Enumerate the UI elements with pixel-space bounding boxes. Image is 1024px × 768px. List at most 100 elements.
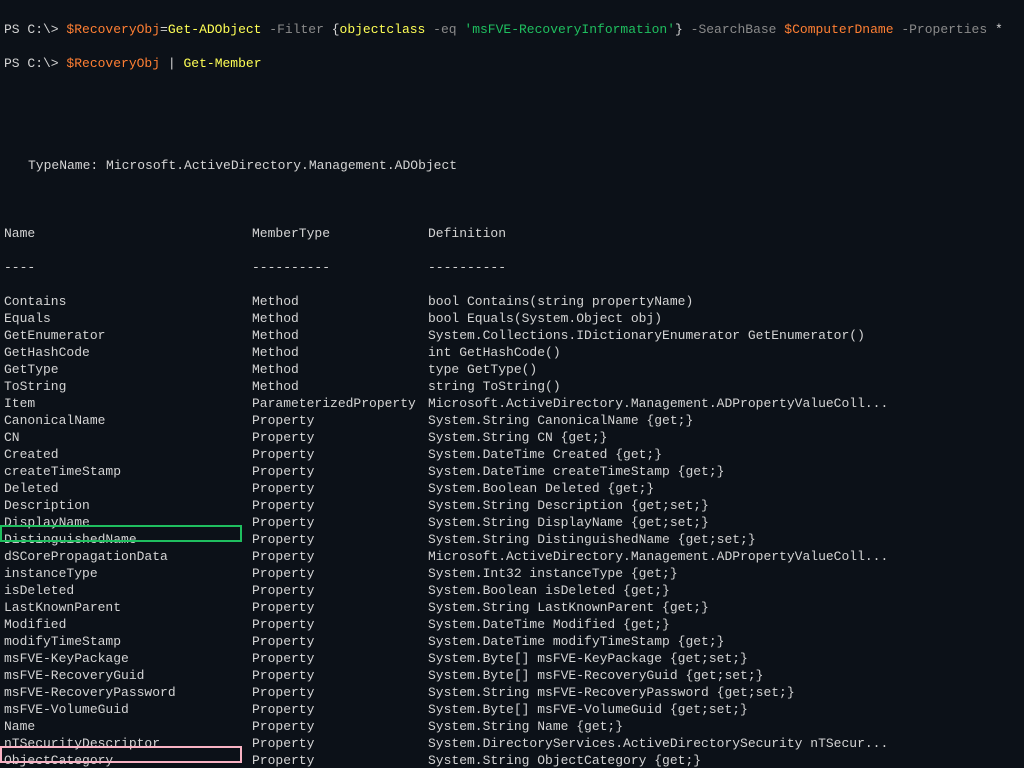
command-line-1: PS C:\> $RecoveryObj=Get-ADObject -Filte… xyxy=(4,21,1020,38)
member-row: dSCorePropagationDataPropertyMicrosoft.A… xyxy=(4,548,1020,565)
member-type: Property xyxy=(252,514,428,531)
member-name: Equals xyxy=(4,310,252,327)
member-type: ParameterizedProperty xyxy=(252,395,428,412)
typename-header: TypeName: Microsoft.ActiveDirectory.Mana… xyxy=(4,157,1020,174)
member-row: createTimeStampPropertySystem.DateTime c… xyxy=(4,463,1020,480)
member-row: DistinguishedNamePropertySystem.String D… xyxy=(4,531,1020,548)
member-row: CanonicalNamePropertySystem.String Canon… xyxy=(4,412,1020,429)
member-row: LastKnownParentPropertySystem.String Las… xyxy=(4,599,1020,616)
member-definition: string ToString() xyxy=(428,378,1020,395)
member-definition: System.String Description {get;set;} xyxy=(428,497,1020,514)
member-definition: System.Boolean Deleted {get;} xyxy=(428,480,1020,497)
member-name: Created xyxy=(4,446,252,463)
member-definition: type GetType() xyxy=(428,361,1020,378)
member-name: GetHashCode xyxy=(4,344,252,361)
member-name: CanonicalName xyxy=(4,412,252,429)
member-type: Property xyxy=(252,497,428,514)
member-type: Property xyxy=(252,650,428,667)
member-definition: System.DateTime modifyTimeStamp {get;} xyxy=(428,633,1020,650)
member-row: ItemParameterizedPropertyMicrosoft.Activ… xyxy=(4,395,1020,412)
member-name: Description xyxy=(4,497,252,514)
member-type: Property xyxy=(252,684,428,701)
member-definition: System.DateTime Modified {get;} xyxy=(428,616,1020,633)
member-definition: System.String msFVE-RecoveryPassword {ge… xyxy=(428,684,1020,701)
member-name: GetType xyxy=(4,361,252,378)
member-type: Property xyxy=(252,412,428,429)
member-name: nTSecurityDescriptor xyxy=(4,735,252,752)
member-name: DistinguishedName xyxy=(4,531,252,548)
member-name: Item xyxy=(4,395,252,412)
command-line-2: PS C:\> $RecoveryObj | Get-Member xyxy=(4,55,1020,72)
member-definition: System.DirectoryServices.ActiveDirectory… xyxy=(428,735,1020,752)
column-headers: NameMemberTypeDefinition xyxy=(4,225,1020,242)
terminal-output[interactable]: PS C:\> $RecoveryObj=Get-ADObject -Filte… xyxy=(0,0,1024,768)
member-type: Property xyxy=(252,701,428,718)
member-row: nTSecurityDescriptorPropertySystem.Direc… xyxy=(4,735,1020,752)
member-type: Property xyxy=(252,667,428,684)
member-type: Property xyxy=(252,582,428,599)
member-definition: System.String ObjectCategory {get;} xyxy=(428,752,1020,768)
member-name: modifyTimeStamp xyxy=(4,633,252,650)
member-definition: System.String DisplayName {get;set;} xyxy=(428,514,1020,531)
member-row: CNPropertySystem.String CN {get;} xyxy=(4,429,1020,446)
member-name: DisplayName xyxy=(4,514,252,531)
member-type: Property xyxy=(252,633,428,650)
member-type: Property xyxy=(252,735,428,752)
member-definition: System.String DistinguishedName {get;set… xyxy=(428,531,1020,548)
member-row: GetTypeMethodtype GetType() xyxy=(4,361,1020,378)
member-type: Method xyxy=(252,310,428,327)
member-definition: Microsoft.ActiveDirectory.Management.ADP… xyxy=(428,395,1020,412)
member-type: Method xyxy=(252,361,428,378)
member-row: DeletedPropertySystem.Boolean Deleted {g… xyxy=(4,480,1020,497)
member-row: msFVE-RecoveryPasswordPropertySystem.Str… xyxy=(4,684,1020,701)
member-row: msFVE-VolumeGuidPropertySystem.Byte[] ms… xyxy=(4,701,1020,718)
member-definition: System.String CN {get;} xyxy=(428,429,1020,446)
member-row: NamePropertySystem.String Name {get;} xyxy=(4,718,1020,735)
member-definition: System.Byte[] msFVE-KeyPackage {get;set;… xyxy=(428,650,1020,667)
member-row: modifyTimeStampPropertySystem.DateTime m… xyxy=(4,633,1020,650)
member-type: Method xyxy=(252,327,428,344)
member-row: instanceTypePropertySystem.Int32 instanc… xyxy=(4,565,1020,582)
member-definition: System.Int32 instanceType {get;} xyxy=(428,565,1020,582)
column-rule: ------------------------ xyxy=(4,259,1020,276)
member-row: msFVE-RecoveryGuidPropertySystem.Byte[] … xyxy=(4,667,1020,684)
prompt: PS C:\> xyxy=(4,22,66,37)
member-type: Method xyxy=(252,293,428,310)
member-name: ObjectCategory xyxy=(4,752,252,768)
member-type: Property xyxy=(252,718,428,735)
member-name: Contains xyxy=(4,293,252,310)
member-row: ContainsMethodbool Contains(string prope… xyxy=(4,293,1020,310)
member-name: msFVE-VolumeGuid xyxy=(4,701,252,718)
member-row: isDeletedPropertySystem.Boolean isDelete… xyxy=(4,582,1020,599)
member-row: ObjectCategoryPropertySystem.String Obje… xyxy=(4,752,1020,768)
member-type: Property xyxy=(252,616,428,633)
member-type: Property xyxy=(252,752,428,768)
member-name: ToString xyxy=(4,378,252,395)
member-row: CreatedPropertySystem.DateTime Created {… xyxy=(4,446,1020,463)
member-row: GetHashCodeMethodint GetHashCode() xyxy=(4,344,1020,361)
member-type: Property xyxy=(252,548,428,565)
member-name: Modified xyxy=(4,616,252,633)
member-row: msFVE-KeyPackagePropertySystem.Byte[] ms… xyxy=(4,650,1020,667)
member-type: Property xyxy=(252,531,428,548)
member-name: GetEnumerator xyxy=(4,327,252,344)
member-name: Deleted xyxy=(4,480,252,497)
member-definition: Microsoft.ActiveDirectory.Management.ADP… xyxy=(428,548,1020,565)
member-definition: System.String LastKnownParent {get;} xyxy=(428,599,1020,616)
member-row: ModifiedPropertySystem.DateTime Modified… xyxy=(4,616,1020,633)
member-name: msFVE-RecoveryPassword xyxy=(4,684,252,701)
member-name: Name xyxy=(4,718,252,735)
member-definition: int GetHashCode() xyxy=(428,344,1020,361)
member-name: msFVE-RecoveryGuid xyxy=(4,667,252,684)
member-row: GetEnumeratorMethodSystem.Collections.ID… xyxy=(4,327,1020,344)
member-definition: bool Contains(string propertyName) xyxy=(428,293,1020,310)
member-definition: System.String CanonicalName {get;} xyxy=(428,412,1020,429)
member-row: DescriptionPropertySystem.String Descrip… xyxy=(4,497,1020,514)
member-type: Method xyxy=(252,344,428,361)
member-name: instanceType xyxy=(4,565,252,582)
member-definition: bool Equals(System.Object obj) xyxy=(428,310,1020,327)
member-definition: System.String Name {get;} xyxy=(428,718,1020,735)
member-name: dSCorePropagationData xyxy=(4,548,252,565)
member-name: createTimeStamp xyxy=(4,463,252,480)
member-type: Method xyxy=(252,378,428,395)
